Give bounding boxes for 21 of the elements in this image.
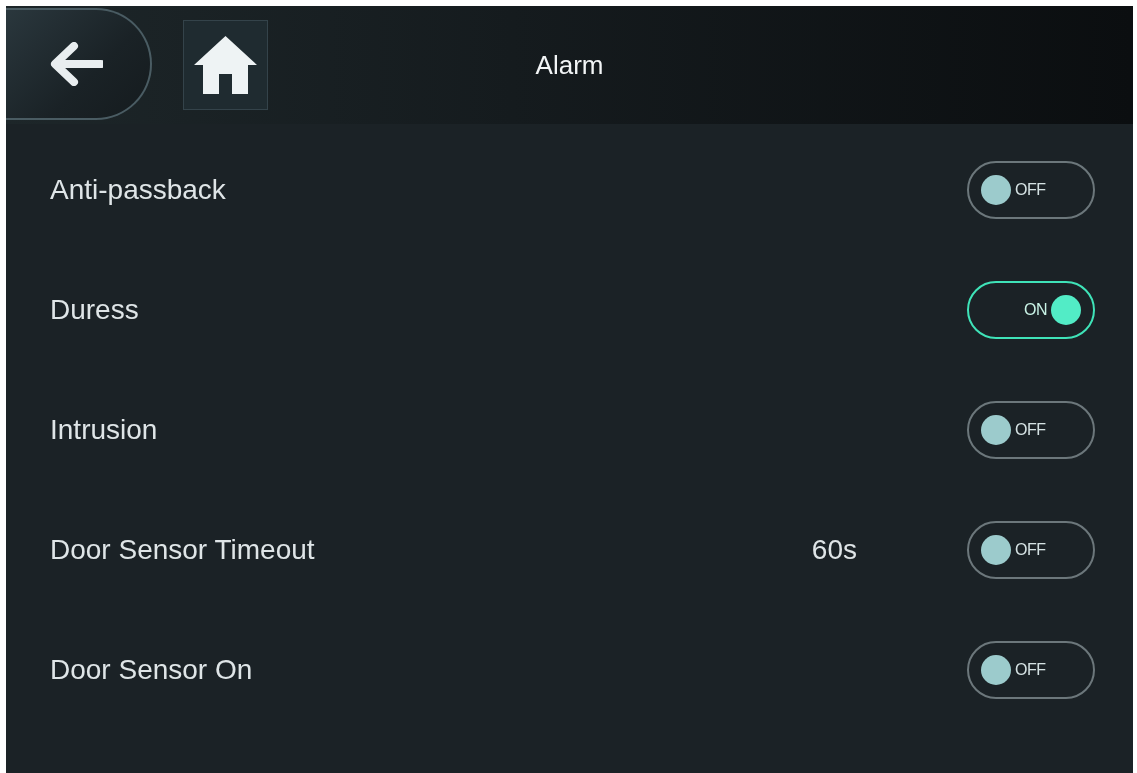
arrow-left-icon	[50, 42, 103, 86]
toggle-switch[interactable]: OFF	[967, 401, 1095, 459]
toggle-switch[interactable]: ON	[967, 281, 1095, 339]
toggle-knob-icon	[981, 415, 1011, 445]
toggle-knob-icon	[1051, 295, 1081, 325]
setting-value: 60s	[811, 534, 857, 566]
setting-label: Anti-passback	[50, 174, 227, 206]
setting-label: Intrusion	[50, 414, 159, 446]
screen-title: Alarm	[535, 49, 604, 81]
setting-label: Duress	[50, 294, 140, 326]
toggle-knob-icon	[981, 175, 1011, 205]
toggle-switch[interactable]: OFF	[967, 521, 1095, 579]
toggle-knob-icon	[981, 535, 1011, 565]
toggle-knob-icon	[981, 655, 1011, 685]
home-button[interactable]	[183, 20, 268, 110]
setting-label: Door Sensor Timeout	[50, 534, 316, 566]
home-icon	[194, 36, 257, 94]
toggle-switch[interactable]: OFF	[967, 161, 1095, 219]
back-button[interactable]	[6, 8, 152, 120]
toggle-switch[interactable]: OFF	[967, 641, 1095, 699]
setting-label: Door Sensor On	[50, 654, 254, 686]
